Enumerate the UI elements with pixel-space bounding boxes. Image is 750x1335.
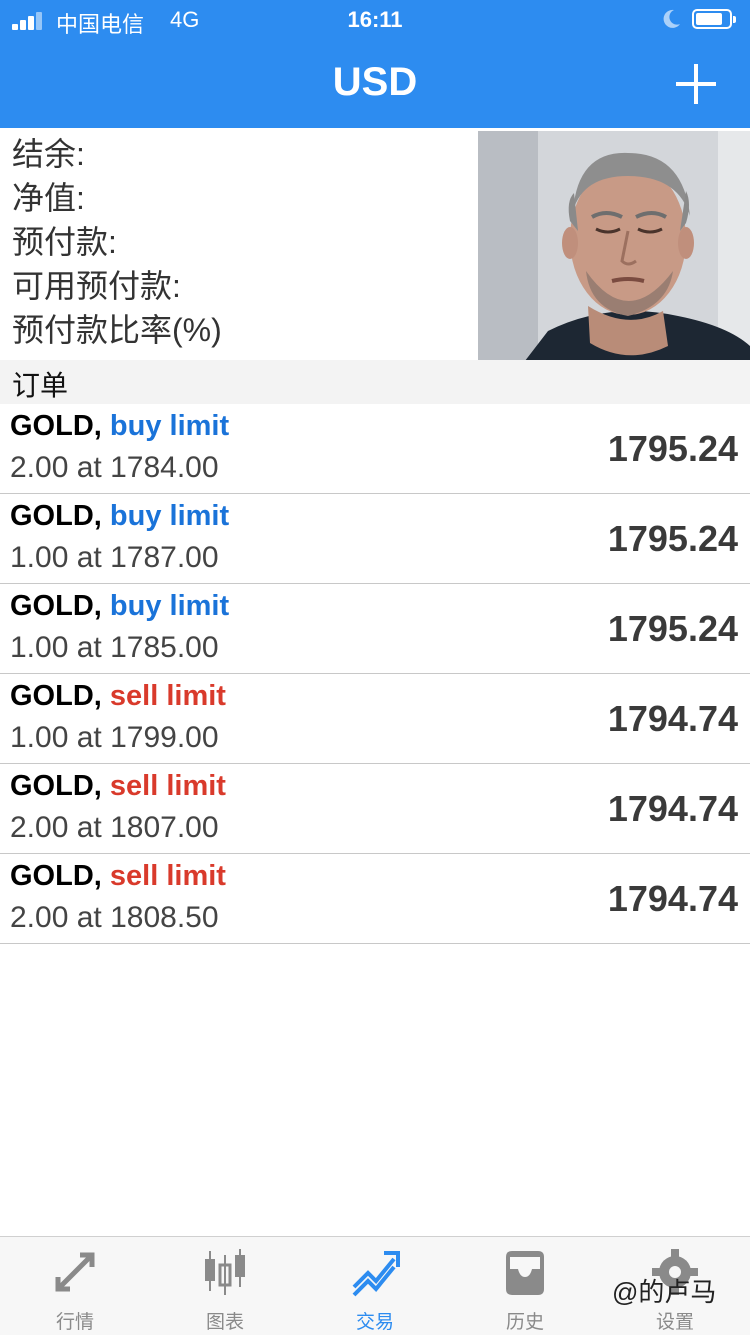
order-detail: 1.00 at 1799.00 (10, 721, 219, 754)
battery-icon (692, 9, 736, 29)
margin-level-label: 预付款比率(%) (12, 312, 222, 348)
add-order-button[interactable] (672, 60, 720, 108)
margin-label: 预付款: (12, 224, 117, 260)
order-current-price: 1795.24 (607, 428, 738, 469)
order-symbol: GOLD (10, 500, 94, 532)
tab-history-label: 历史 (505, 1312, 544, 1333)
order-current-price: 1794.74 (607, 788, 738, 829)
order-row[interactable]: GOLD, buy limit 1.00 at 1787.00 1795.24 (0, 494, 750, 584)
status-time: 16:11 (347, 7, 403, 32)
order-row[interactable]: GOLD, buy limit 1.00 at 1785.00 1795.24 (0, 584, 750, 674)
tab-quotes[interactable]: 行情 (0, 1237, 150, 1335)
order-row[interactable]: GOLD, buy limit 2.00 at 1784.00 1795.24 (0, 404, 750, 494)
tab-history[interactable]: 历史 (450, 1237, 600, 1335)
order-type: buy limit (109, 590, 230, 622)
top-bar: 中国电信 4G 16:11 USD (0, 0, 750, 128)
order-symbol: GOLD (10, 860, 94, 892)
order-symbol: GOLD (10, 680, 94, 712)
order-symbol: GOLD (10, 770, 94, 802)
tab-trade[interactable]: 交易 (300, 1237, 450, 1335)
order-symbol: GOLD (10, 410, 94, 442)
orders-list: GOLD, buy limit 2.00 at 1784.00 1795.24 … (0, 404, 750, 944)
tab-settings-label: 设置 (655, 1312, 694, 1333)
status-bar: 中国电信 4G 16:11 (0, 0, 750, 40)
man-photo-image (478, 131, 750, 370)
orders-section-header: 订单 (0, 360, 750, 404)
quotes-arrows-icon (55, 1252, 95, 1292)
order-type: sell limit (109, 680, 226, 712)
do-not-disturb-icon (663, 9, 680, 28)
order-detail: 2.00 at 1808.50 (10, 901, 219, 934)
order-row[interactable]: GOLD, sell limit 2.00 at 1807.00 1794.74 (0, 764, 750, 854)
order-current-price: 1794.74 (607, 698, 738, 739)
inbox-history-icon (506, 1251, 544, 1295)
order-current-price: 1795.24 (607, 518, 738, 559)
order-row[interactable]: GOLD, sell limit 1.00 at 1799.00 1794.74 (0, 674, 750, 764)
order-type: sell limit (109, 860, 226, 892)
equity-label: 净值: (12, 180, 85, 216)
orders-section-title: 订单 (12, 370, 69, 401)
order-current-price: 1794.74 (607, 878, 738, 919)
trade-trend-icon (352, 1251, 400, 1297)
page-title[interactable]: USD (0, 60, 750, 105)
free-margin-label: 可用预付款: (12, 268, 181, 304)
order-detail: 1.00 at 1785.00 (10, 631, 219, 664)
order-row[interactable]: GOLD, sell limit 2.00 at 1808.50 1794.74 (0, 854, 750, 944)
tab-trade-label: 交易 (355, 1312, 394, 1333)
watermark-text: @的卢马 (612, 1277, 717, 1307)
order-type: sell limit (109, 770, 226, 802)
order-symbol: GOLD (10, 590, 94, 622)
order-detail: 2.00 at 1807.00 (10, 811, 219, 844)
tab-chart[interactable]: 图表 (150, 1237, 300, 1335)
balance-label: 结余: (12, 136, 85, 172)
order-current-price: 1795.24 (607, 608, 738, 649)
candlestick-chart-icon (205, 1249, 245, 1295)
order-type: buy limit (109, 500, 230, 532)
order-type: buy limit (109, 410, 230, 442)
order-detail: 1.00 at 1787.00 (10, 541, 219, 574)
order-detail: 2.00 at 1784.00 (10, 451, 219, 484)
tab-chart-label: 图表 (205, 1312, 244, 1333)
tab-quotes-label: 行情 (55, 1312, 94, 1333)
overlay-photo (478, 131, 750, 370)
